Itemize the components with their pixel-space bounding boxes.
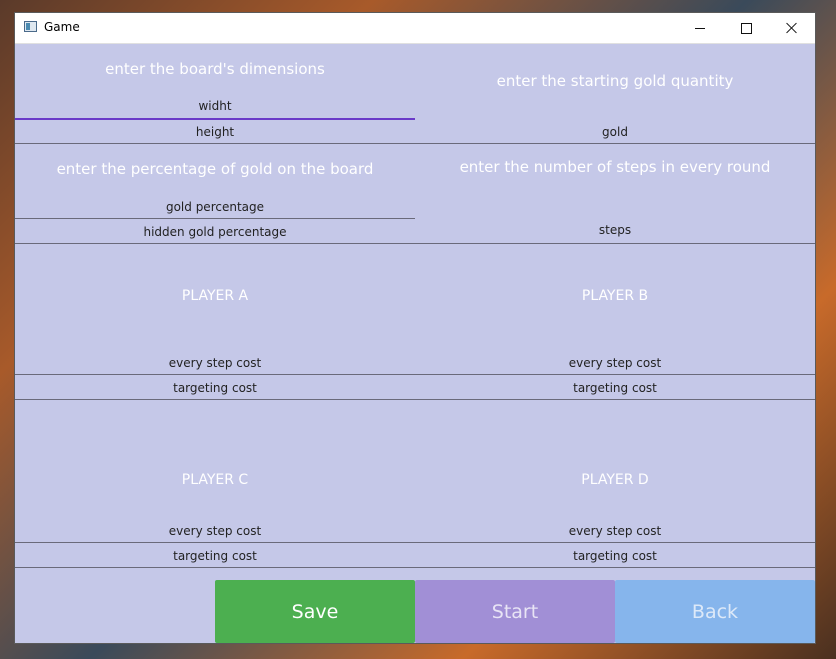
player-a-step-cost-field[interactable]: every step cost	[15, 351, 415, 375]
player-c-label: PLAYER C	[181, 472, 249, 488]
window-title: Game	[44, 20, 80, 34]
hidden-gold-percentage-field[interactable]: hidden gold percentage	[15, 220, 415, 244]
game-window: Game enter the board's dimensions widht …	[15, 13, 815, 643]
back-button[interactable]: Back	[615, 580, 815, 643]
title-bar: Game	[15, 13, 815, 44]
app-icon	[24, 21, 37, 32]
board-dimensions-heading: enter the board's dimensions	[105, 60, 325, 78]
save-button[interactable]: Save	[215, 580, 415, 643]
player-d-targeting-cost-field[interactable]: targeting cost	[415, 544, 815, 568]
maximize-button[interactable]	[723, 13, 769, 43]
settings-form: enter the board's dimensions widht heigh…	[15, 43, 815, 643]
player-b-targeting-cost-field[interactable]: targeting cost	[415, 376, 815, 400]
minimize-icon	[695, 27, 705, 29]
start-button[interactable]: Start	[415, 580, 615, 643]
gold-percentage-heading: enter the percentage of gold on the boar…	[56, 160, 374, 178]
player-d-label: PLAYER D	[581, 472, 649, 488]
player-b-label: PLAYER B	[581, 288, 649, 304]
player-b-step-cost-field[interactable]: every step cost	[415, 351, 815, 375]
player-c-step-cost-field[interactable]: every step cost	[15, 519, 415, 543]
steps-heading: enter the number of steps in every round	[459, 158, 771, 176]
minimize-button[interactable]	[677, 13, 723, 43]
height-field[interactable]: height	[15, 120, 415, 144]
starting-gold-heading: enter the starting gold quantity	[496, 72, 734, 90]
player-c-targeting-cost-field[interactable]: targeting cost	[15, 544, 415, 568]
player-a-targeting-cost-field[interactable]: targeting cost	[15, 376, 415, 400]
width-field[interactable]: widht	[15, 94, 415, 120]
steps-field[interactable]: steps	[415, 205, 815, 244]
close-icon	[786, 22, 798, 34]
gold-field[interactable]: gold	[415, 120, 815, 144]
player-d-step-cost-field[interactable]: every step cost	[415, 519, 815, 543]
maximize-icon	[740, 22, 752, 34]
gold-percentage-field[interactable]: gold percentage	[15, 195, 415, 219]
close-button[interactable]	[769, 13, 815, 43]
player-a-label: PLAYER A	[181, 288, 249, 304]
